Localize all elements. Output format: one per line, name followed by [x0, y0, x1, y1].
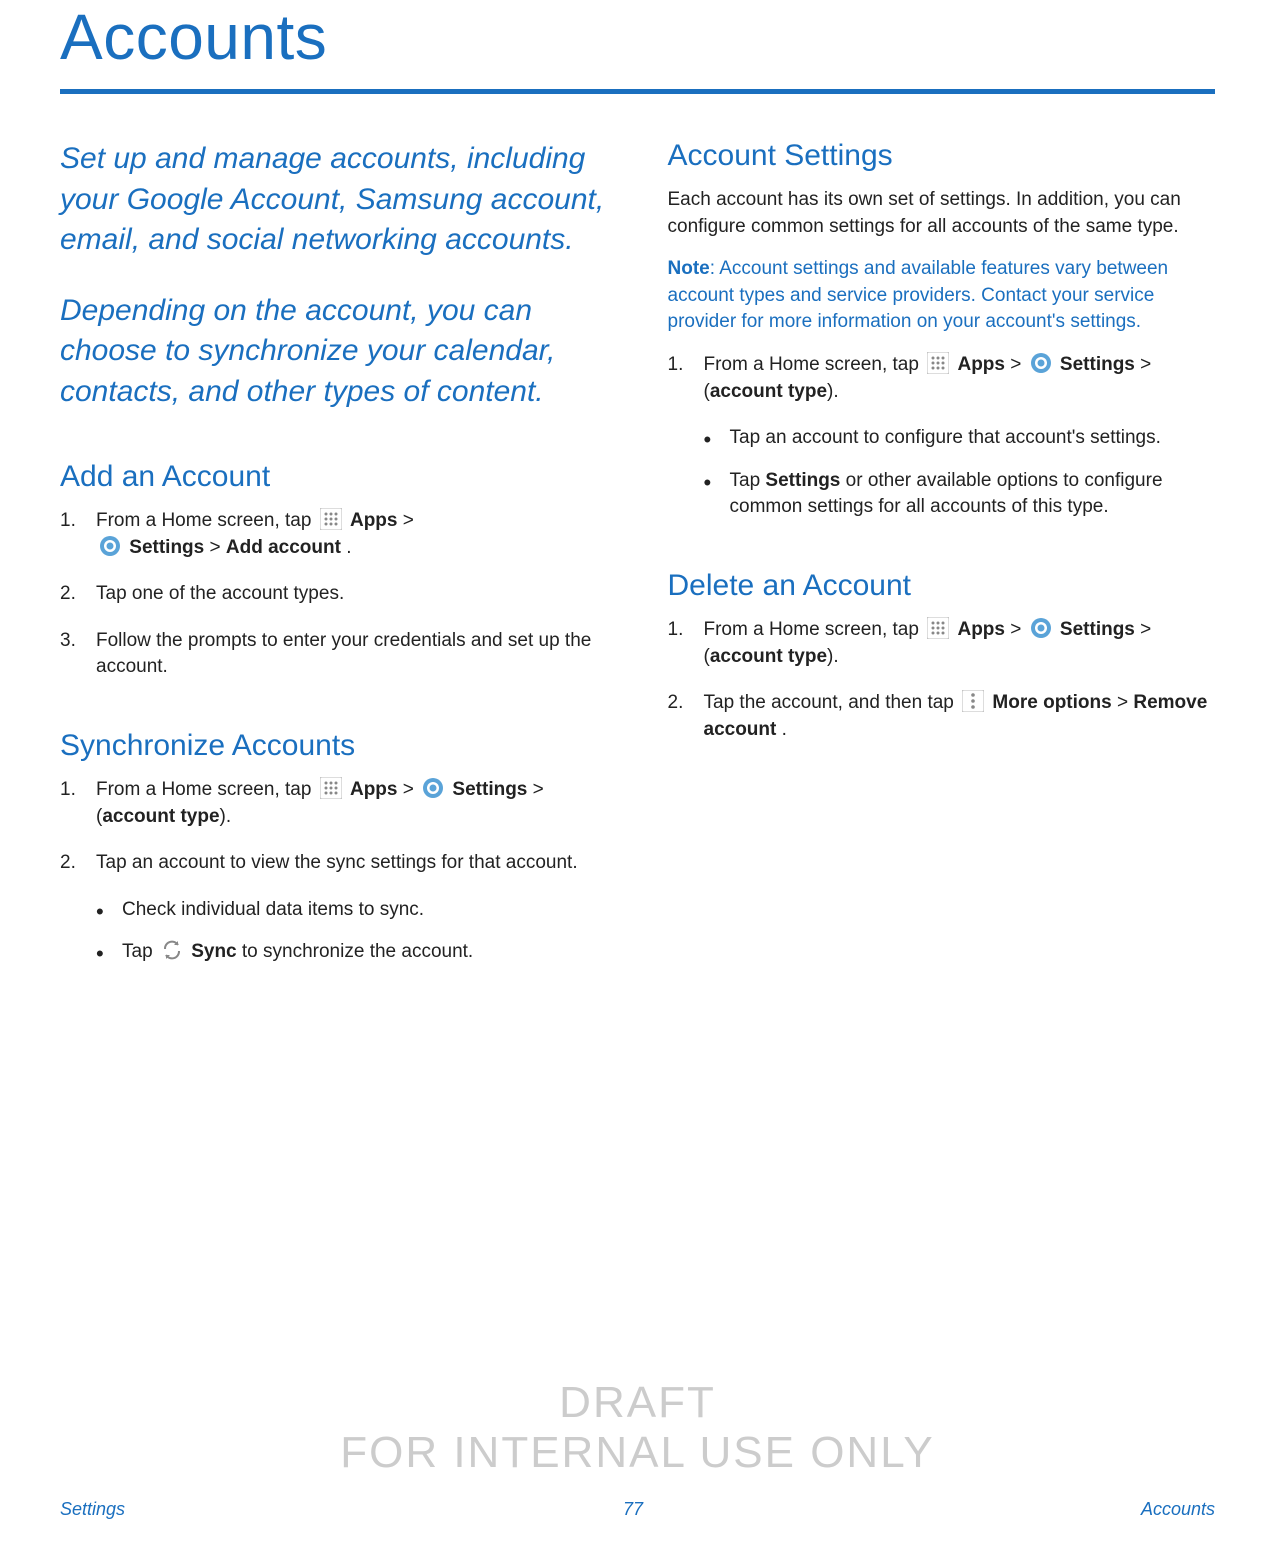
footer-left: Settings: [60, 1499, 125, 1520]
account-settings-bullet-1: Tap an account to configure that account…: [704, 425, 1216, 452]
end: .: [782, 719, 787, 740]
account-settings-bullet-2: Tap Settings or other available options …: [704, 468, 1216, 521]
add-account-step-3: Follow the prompts to enter your credent…: [60, 628, 608, 681]
settings-label: Settings: [452, 779, 527, 800]
account-type-label: account type: [710, 646, 827, 667]
settings-gear-icon: [422, 777, 444, 799]
end: ).: [220, 806, 232, 827]
apps-grid-icon: [320, 508, 342, 530]
sync-step-2: Tap an account to view the sync settings…: [60, 850, 608, 877]
intro-paragraph-1: Set up and manage accounts, including yo…: [60, 139, 608, 261]
right-column: Account Settings Each account has its ow…: [668, 139, 1216, 982]
gt: >: [1117, 692, 1133, 713]
apps-grid-icon: [927, 617, 949, 639]
page-footer: Settings 77 Accounts: [0, 1499, 1275, 1520]
settings-label: Settings: [765, 470, 840, 491]
note-text: : Account settings and available feature…: [668, 258, 1169, 332]
text: to synchronize the account.: [242, 941, 473, 962]
account-settings-intro: Each account has its own set of settings…: [668, 187, 1216, 240]
settings-gear-icon: [1030, 352, 1052, 374]
heading-delete-account: Delete an Account: [668, 569, 1216, 603]
watermark-line-1: DRAFT: [0, 1378, 1275, 1428]
text: From a Home screen, tap: [96, 779, 317, 800]
account-type-label: account type: [710, 381, 827, 402]
apps-label: Apps: [957, 354, 1005, 375]
watermark-line-2: FOR INTERNAL USE ONLY: [0, 1428, 1275, 1478]
end: ).: [827, 381, 839, 402]
footer-page-number: 77: [623, 1499, 643, 1520]
settings-gear-icon: [99, 535, 121, 557]
text: Tap: [122, 941, 158, 962]
more-options-label: More options: [992, 692, 1111, 713]
heading-synchronize-accounts: Synchronize Accounts: [60, 729, 608, 763]
watermark: DRAFT FOR INTERNAL USE ONLY: [0, 1378, 1275, 1478]
delete-account-steps: From a Home screen, tap Apps > Settings …: [668, 617, 1216, 743]
intro-paragraph-2: Depending on the account, you can choose…: [60, 291, 608, 413]
apps-grid-icon: [320, 777, 342, 799]
title-divider: [60, 89, 1215, 94]
account-settings-note: Note: Account settings and available fea…: [668, 256, 1216, 336]
end: .: [346, 537, 351, 558]
text: Tap: [730, 470, 766, 491]
account-settings-bullets: Tap an account to configure that account…: [668, 425, 1216, 521]
account-type-label: account type: [102, 806, 219, 827]
apps-label: Apps: [350, 779, 398, 800]
delete-account-step-1: From a Home screen, tap Apps > Settings …: [668, 617, 1216, 670]
content-columns: Set up and manage accounts, including yo…: [60, 139, 1215, 982]
add-account-step-2: Tap one of the account types.: [60, 581, 608, 608]
heading-account-settings: Account Settings: [668, 139, 1216, 173]
footer-right: Accounts: [1141, 1499, 1215, 1520]
settings-label: Settings: [129, 537, 204, 558]
text: From a Home screen, tap: [704, 619, 925, 640]
sync-icon: [161, 939, 183, 961]
delete-account-step-2: Tap the account, and then tap More optio…: [668, 690, 1216, 743]
end: ).: [827, 646, 839, 667]
gt: >: [1010, 354, 1026, 375]
apps-label: Apps: [350, 510, 398, 531]
text: From a Home screen, tap: [96, 510, 317, 531]
gt: >: [210, 537, 226, 558]
text: From a Home screen, tap: [704, 354, 925, 375]
heading-add-account: Add an Account: [60, 460, 608, 494]
apps-label: Apps: [957, 619, 1005, 640]
gt: >: [1010, 619, 1026, 640]
settings-gear-icon: [1030, 617, 1052, 639]
sync-bullet-2: Tap Sync to synchronize the account.: [96, 939, 608, 966]
sync-steps: From a Home screen, tap Apps > Settings …: [60, 777, 608, 877]
sync-bullet-1: Check individual data items to sync.: [96, 897, 608, 924]
settings-label: Settings: [1060, 619, 1135, 640]
page-title: Accounts: [60, 0, 1215, 89]
add-account-step-1: From a Home screen, tap Apps > Settings …: [60, 508, 608, 561]
sync-step-1: From a Home screen, tap Apps > Settings …: [60, 777, 608, 830]
more-options-icon: [962, 690, 984, 712]
gt: >: [403, 779, 419, 800]
apps-grid-icon: [927, 352, 949, 374]
add-account-label: Add account: [226, 537, 341, 558]
account-settings-steps: From a Home screen, tap Apps > Settings …: [668, 352, 1216, 405]
note-label: Note: [668, 258, 710, 279]
left-column: Set up and manage accounts, including yo…: [60, 139, 608, 982]
settings-label: Settings: [1060, 354, 1135, 375]
account-settings-step-1: From a Home screen, tap Apps > Settings …: [668, 352, 1216, 405]
sync-bullets: Check individual data items to sync. Tap…: [60, 897, 608, 966]
text: Tap the account, and then tap: [704, 692, 960, 713]
gt: >: [403, 510, 414, 531]
sync-label: Sync: [191, 941, 236, 962]
add-account-steps: From a Home screen, tap Apps > Settings …: [60, 508, 608, 681]
